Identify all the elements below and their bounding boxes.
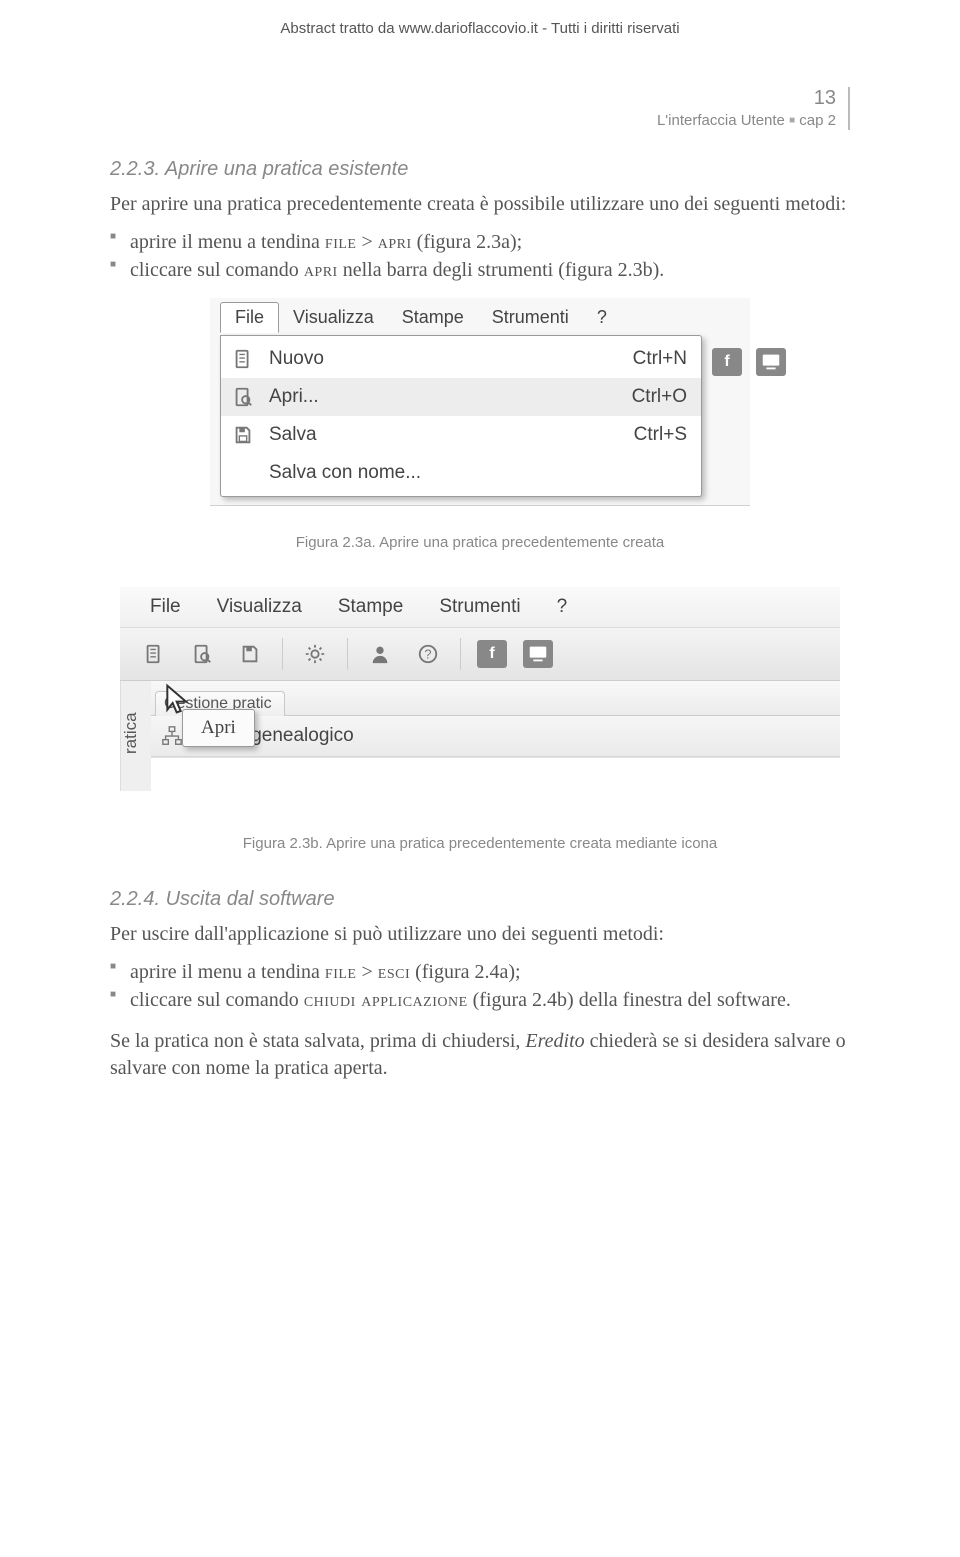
menu-stampe[interactable]: Stampe xyxy=(320,590,421,624)
section-224-heading: 2.2.4. Uscita dal software xyxy=(110,888,850,911)
toolbar: ? f xyxy=(120,627,840,681)
menu-file[interactable]: File xyxy=(132,590,199,624)
txt-em: Eredito xyxy=(525,1030,584,1052)
txt-sc: file xyxy=(325,231,357,253)
figure-2-3b-caption: Figura 2.3b. Aprire una pratica preceden… xyxy=(110,835,850,852)
running-head-right: cap 2 xyxy=(799,112,836,129)
txt: cliccare sul comando xyxy=(130,989,304,1011)
txt: (figura 2.4b) della finestra del softwar… xyxy=(468,989,791,1011)
menu-item-label: Nuovo xyxy=(269,348,633,370)
menu-item-salva-con-nome[interactable]: Salva con nome... xyxy=(221,454,701,492)
section-224-number: 2.2.4. xyxy=(110,888,160,910)
menubar-b: File Visualizza Stampe Strumenti ? xyxy=(120,587,840,627)
section-224-closing: Se la pratica non è stata salvata, prima… xyxy=(110,1028,850,1082)
txt: aprire il menu a tendina xyxy=(130,961,325,983)
save-icon xyxy=(229,421,257,449)
menu-stampe[interactable]: Stampe xyxy=(388,301,478,334)
bullet-224-2: cliccare sul comando chiudi applicazione… xyxy=(110,986,850,1014)
menu-item-label: Apri... xyxy=(269,386,632,408)
bullet-223-1: aprire il menu a tendina file > apri (fi… xyxy=(110,228,850,256)
section-223-title: Aprire una pratica esistente xyxy=(165,158,408,180)
user-button[interactable] xyxy=(364,638,396,670)
open-button[interactable] xyxy=(186,638,218,670)
separator xyxy=(282,638,283,670)
abstract-header: Abstract tratto da www.darioflaccovio.it… xyxy=(110,20,850,37)
square-bullet-icon: ■ xyxy=(789,115,795,126)
txt: Se la pratica non è stata salvata, prima… xyxy=(110,1030,525,1052)
blank-icon xyxy=(229,459,257,487)
page-number: 13 xyxy=(814,87,836,110)
facebook-icon[interactable]: f xyxy=(712,348,742,376)
txt-sc: file xyxy=(325,961,357,983)
txt-sc: esci xyxy=(378,961,410,983)
open-file-icon xyxy=(229,383,257,411)
menu-item-label: Salva con nome... xyxy=(269,462,687,484)
new-file-icon xyxy=(229,345,257,373)
tree-icon xyxy=(161,725,183,747)
figure-2-3a-caption: Figura 2.3a. Aprire una pratica preceden… xyxy=(110,534,850,551)
txt: (figura 2.4a); xyxy=(410,961,521,983)
menu-help[interactable]: ? xyxy=(539,590,586,624)
txt: nella barra degli strumenti (figura 2.3b… xyxy=(338,259,665,281)
section-224-bullets: aprire il menu a tendina file > esci (fi… xyxy=(110,958,850,1014)
section-223-bullets: aprire il menu a tendina file > apri (fi… xyxy=(110,228,850,284)
section-224-lead: Per uscire dall'applicazione si può util… xyxy=(110,921,850,948)
tooltip-apri: Apri xyxy=(182,709,255,747)
menubar-a: File Visualizza Stampe Strumenti ? xyxy=(210,298,750,336)
menu-strumenti[interactable]: Strumenti xyxy=(478,301,583,334)
gear-button[interactable] xyxy=(299,638,331,670)
bullet-224-1: aprire il menu a tendina file > esci (fi… xyxy=(110,958,850,986)
help-button[interactable]: ? xyxy=(412,638,444,670)
txt: > xyxy=(356,961,377,983)
menu-item-nuovo[interactable]: Nuovo Ctrl+N xyxy=(221,340,701,378)
new-button[interactable] xyxy=(138,638,170,670)
section-223-number: 2.2.3. xyxy=(110,158,160,180)
dashboard-icon[interactable] xyxy=(523,640,553,668)
menu-visualizza[interactable]: Visualizza xyxy=(199,590,320,624)
separator xyxy=(347,638,348,670)
txt: cliccare sul comando xyxy=(130,259,304,281)
menu-item-shortcut: Ctrl+O xyxy=(632,386,687,408)
menu-strumenti[interactable]: Strumenti xyxy=(421,590,538,624)
figure-2-3b: File Visualizza Stampe Strumenti ? xyxy=(110,587,850,821)
txt-sc: apri xyxy=(378,231,412,253)
separator xyxy=(460,638,461,670)
save-button[interactable] xyxy=(234,638,266,670)
section-223-lead: Per aprire una pratica precedentemente c… xyxy=(110,191,850,218)
menu-item-salva[interactable]: Salva Ctrl+S xyxy=(221,416,701,454)
side-tab[interactable]: ratica xyxy=(120,681,151,791)
txt-sc: apri xyxy=(304,259,338,281)
txt: (figura 2.3a); xyxy=(412,231,523,253)
section-223-heading: 2.2.3. Aprire una pratica esistente xyxy=(110,158,850,181)
menu-file[interactable]: File xyxy=(220,302,279,333)
menu-item-shortcut: Ctrl+S xyxy=(634,424,687,446)
running-head-left: L'interfaccia Utente xyxy=(657,112,785,129)
menu-help[interactable]: ? xyxy=(583,301,621,334)
section-224-title: Uscita dal software xyxy=(166,888,335,910)
blank-row xyxy=(151,757,840,788)
bullet-223-2: cliccare sul comando apri nella barra de… xyxy=(110,256,850,284)
menu-item-apri[interactable]: Apri... Ctrl+O xyxy=(221,378,701,416)
figure-2-3a: File Visualizza Stampe Strumenti ? f Nuo… xyxy=(210,298,750,520)
running-head: 13 L'interfaccia Utente ■ cap 2 xyxy=(110,87,850,130)
menu-item-shortcut: Ctrl+N xyxy=(633,348,687,370)
menu-visualizza[interactable]: Visualizza xyxy=(279,301,388,334)
txt: aprire il menu a tendina xyxy=(130,231,325,253)
txt-sc: chiudi applicazione xyxy=(304,989,468,1011)
menu-item-label: Salva xyxy=(269,424,634,446)
facebook-icon[interactable]: f xyxy=(477,640,507,668)
svg-text:?: ? xyxy=(424,647,431,662)
dashboard-icon[interactable] xyxy=(756,348,786,376)
txt: > xyxy=(356,231,377,253)
file-dropdown: Nuovo Ctrl+N Apri... Ctrl+O Salva Ctrl+S… xyxy=(220,335,702,497)
